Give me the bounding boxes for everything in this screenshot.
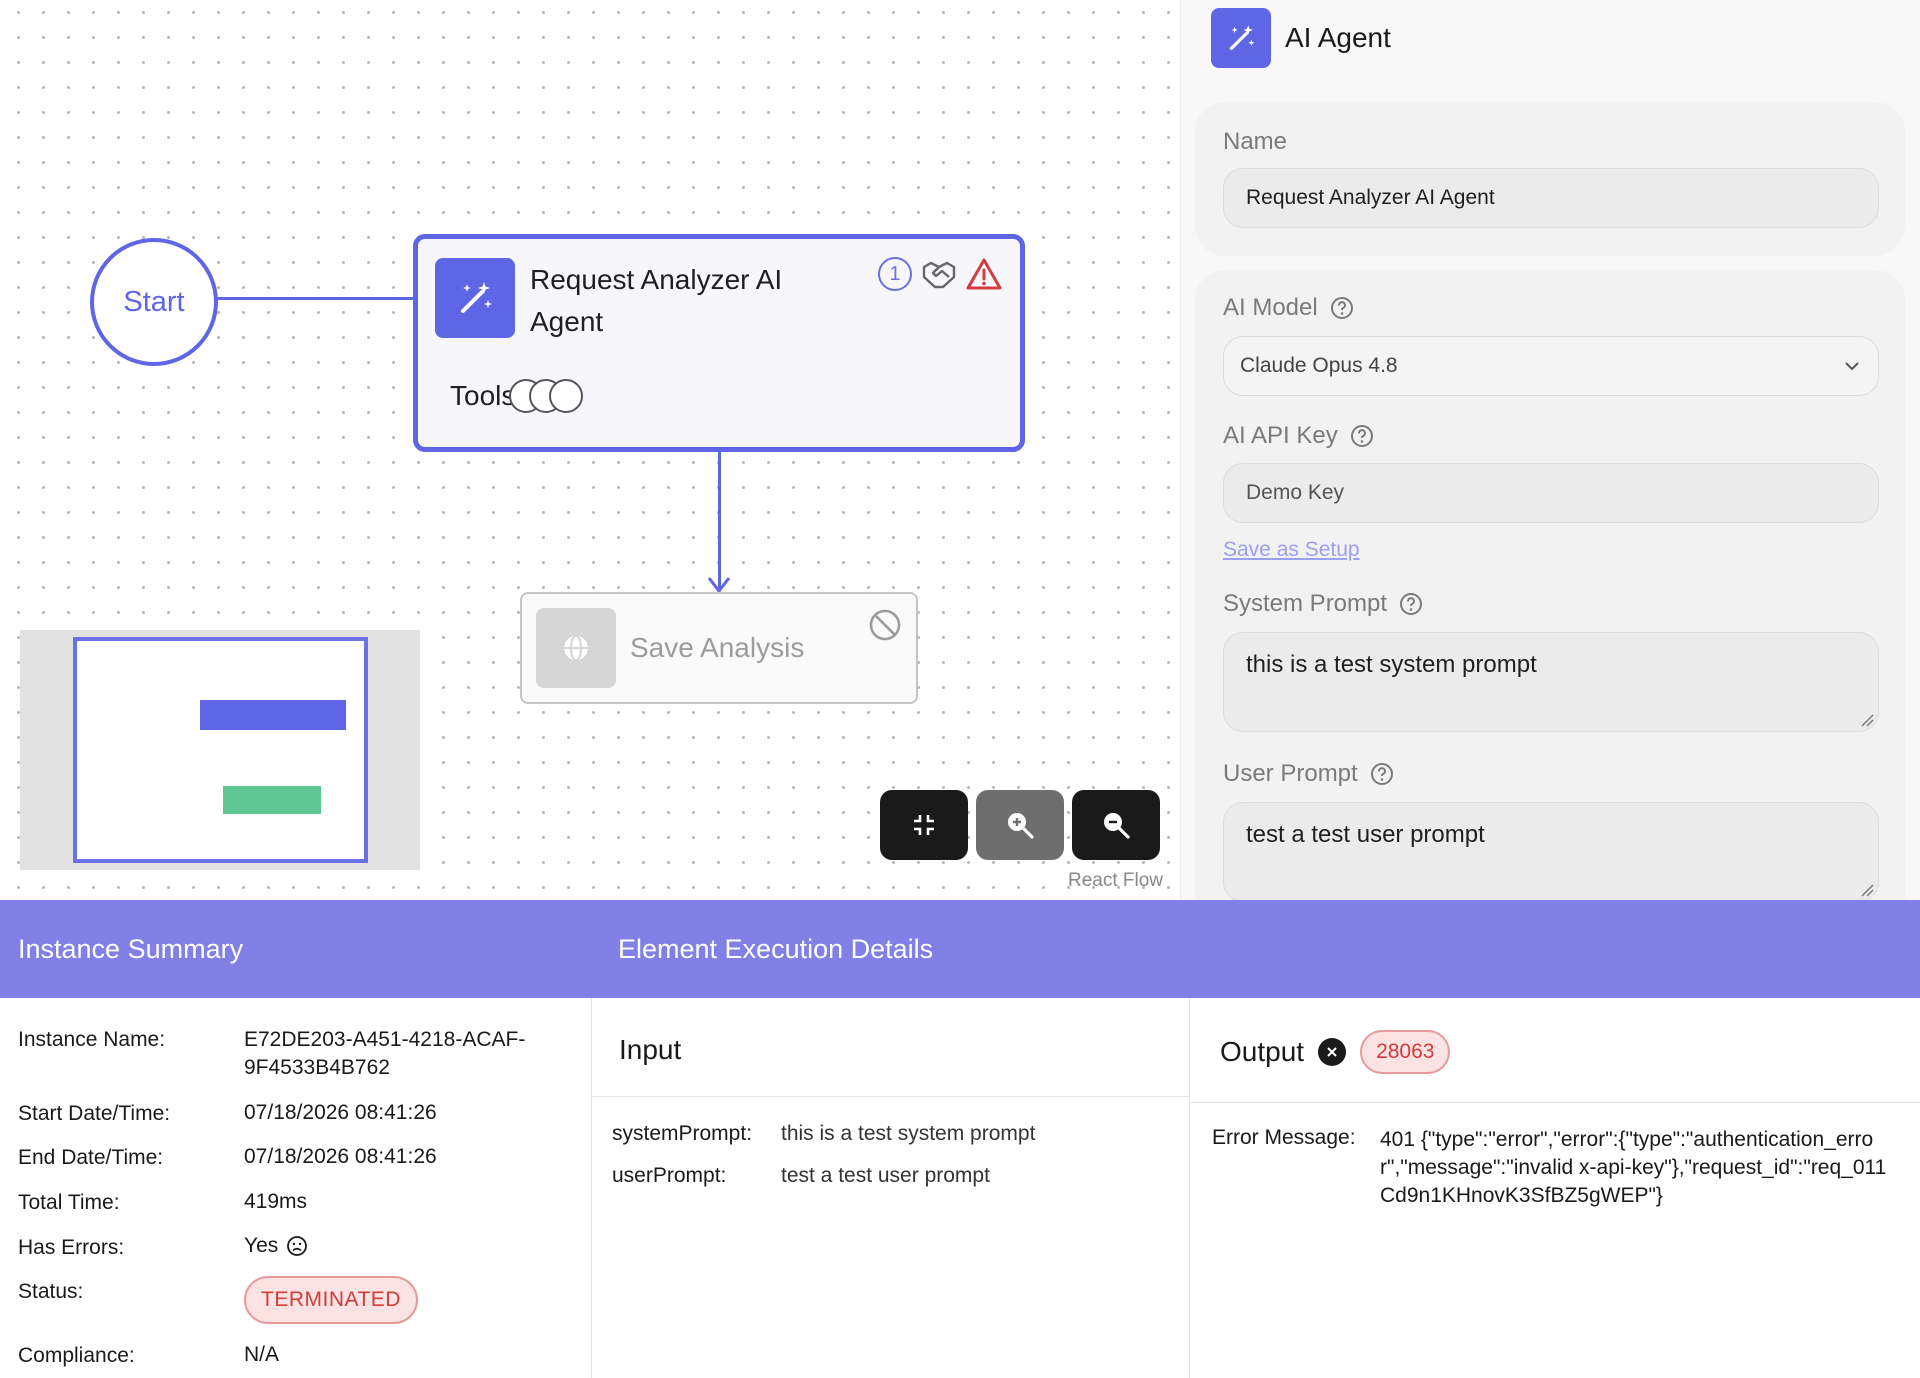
status-label: Status: [18, 1280, 84, 1303]
output-title: Output [1220, 1036, 1305, 1067]
ai-agent-node-title: Request Analyzer AI Agent [530, 264, 783, 337]
api-key-label: AI API Key [1223, 422, 1338, 449]
magic-wand-icon [1211, 8, 1271, 68]
ai-model-select[interactable]: Claude Opus 4.8 [1223, 336, 1879, 396]
total-time-value: 419ms [244, 1190, 308, 1213]
input-panel: Input systemPrompt: this is a test syste… [592, 998, 1190, 1378]
flow-canvas[interactable]: Start Request Analyzer AI Agent 1 Tools … [0, 0, 1180, 900]
edge-agent-to-save [718, 450, 721, 588]
instance-summary-title: Instance Summary [18, 934, 244, 964]
api-key-input[interactable]: Demo Key [1223, 463, 1879, 523]
chevron-down-icon [1845, 362, 1859, 371]
execution-header: Instance Summary Element Execution Detai… [0, 900, 1920, 998]
system-prompt-label: System Prompt [1223, 590, 1388, 617]
start-node[interactable]: Start [90, 238, 218, 366]
save-analysis-node-title: Save Analysis [630, 632, 805, 663]
system-prompt-textarea[interactable]: this is a test system prompt [1223, 632, 1879, 732]
input-title: Input [619, 1034, 682, 1065]
error-message-label: Error Message: [1212, 1126, 1356, 1149]
end-time-label: End Date/Time: [18, 1146, 164, 1169]
collapse-icon [914, 815, 934, 835]
panel-title: AI Agent [1285, 22, 1391, 53]
resize-grip-icon[interactable] [1860, 883, 1874, 897]
magic-wand-icon [435, 258, 515, 338]
output-panel: Output 28063 Error Message: 401 {"type":… [1190, 998, 1920, 1378]
tools-label: Tools [450, 380, 516, 411]
help-icon[interactable] [1399, 592, 1423, 616]
user-prompt-label: User Prompt [1223, 760, 1358, 787]
save-analysis-node[interactable]: Save Analysis [520, 592, 918, 704]
compliance-value: N/A [244, 1343, 280, 1366]
compliance-label: Compliance: [18, 1344, 135, 1367]
element-execution-title: Element Execution Details [618, 934, 934, 964]
instance-name-value: E72DE203-A451-4218-ACAF-9F4533B4B762 [244, 1028, 526, 1079]
input-value: test a test user prompt [781, 1164, 990, 1187]
status-badge: TERMINATED [244, 1276, 418, 1324]
user-prompt-value: test a test user prompt [1246, 821, 1485, 848]
count-badge[interactable]: 1 [878, 257, 912, 291]
zoom-in-button[interactable] [976, 790, 1064, 860]
resize-grip-icon[interactable] [1860, 713, 1874, 727]
minimap[interactable] [20, 630, 420, 870]
minimap-viewport[interactable] [73, 637, 368, 863]
help-icon[interactable] [1370, 762, 1394, 786]
ai-agent-properties-panel: AI Agent Name Request Analyzer AI Agent … [1180, 0, 1920, 900]
end-time-value: 07/18/2026 08:41:26 [244, 1145, 437, 1168]
has-errors-label: Has Errors: [18, 1236, 125, 1259]
instance-summary: Instance Name: E72DE203-A451-4218-ACAF-9… [0, 998, 592, 1378]
config-card: AI Model Claude Opus 4.8 AI API Key Demo… [1195, 270, 1905, 900]
input-key: systemPrompt: [612, 1122, 753, 1145]
help-icon[interactable] [1350, 424, 1374, 448]
zoom-out-icon [1104, 813, 1130, 839]
handshake-icon[interactable] [921, 257, 957, 291]
minimap-save-node [223, 786, 321, 814]
sad-face-icon [287, 1236, 308, 1256]
help-icon[interactable] [1330, 296, 1354, 320]
disabled-icon[interactable] [868, 608, 902, 642]
name-label: Name [1223, 128, 1288, 155]
start-time-label: Start Date/Time: [18, 1102, 171, 1125]
warning-triangle-icon[interactable] [966, 257, 1002, 291]
zoom-out-button[interactable] [1072, 790, 1160, 860]
fit-view-button[interactable] [880, 790, 968, 860]
edge-start-to-agent [217, 297, 416, 300]
react-flow-attribution[interactable]: React Flow [1068, 870, 1163, 892]
divider [1190, 1102, 1920, 1103]
total-time-label: Total Time: [18, 1191, 120, 1214]
instance-name-label: Instance Name: [18, 1028, 166, 1051]
system-prompt-value: this is a test system prompt [1246, 651, 1537, 678]
name-card: Name Request Analyzer AI Agent [1195, 102, 1905, 256]
input-value: this is a test system prompt [781, 1122, 1036, 1145]
error-close-icon[interactable] [1318, 1038, 1347, 1066]
ai-model-value: Claude Opus 4.8 [1240, 354, 1398, 377]
start-time-value: 07/18/2026 08:41:26 [244, 1101, 437, 1124]
user-prompt-textarea[interactable]: test a test user prompt [1223, 802, 1879, 900]
minimap-agent-node [200, 700, 346, 730]
ai-model-label: AI Model [1223, 294, 1318, 321]
error-code-badge: 28063 [1360, 1030, 1451, 1074]
name-input[interactable]: Request Analyzer AI Agent [1223, 168, 1879, 228]
ai-agent-node[interactable]: Request Analyzer AI Agent 1 Tools [413, 234, 1025, 452]
tool-slot[interactable] [549, 379, 584, 413]
start-node-label: Start [123, 285, 185, 318]
divider [592, 1096, 1189, 1097]
save-as-setup-link[interactable]: Save as Setup [1223, 538, 1360, 562]
zoom-in-icon [1008, 813, 1034, 839]
has-errors-value: Yes [244, 1234, 279, 1257]
input-key: userPrompt: [612, 1164, 727, 1187]
globe-icon [536, 608, 616, 688]
error-message-value: 401 {"type":"error","error":{"type":"aut… [1380, 1128, 1887, 1207]
